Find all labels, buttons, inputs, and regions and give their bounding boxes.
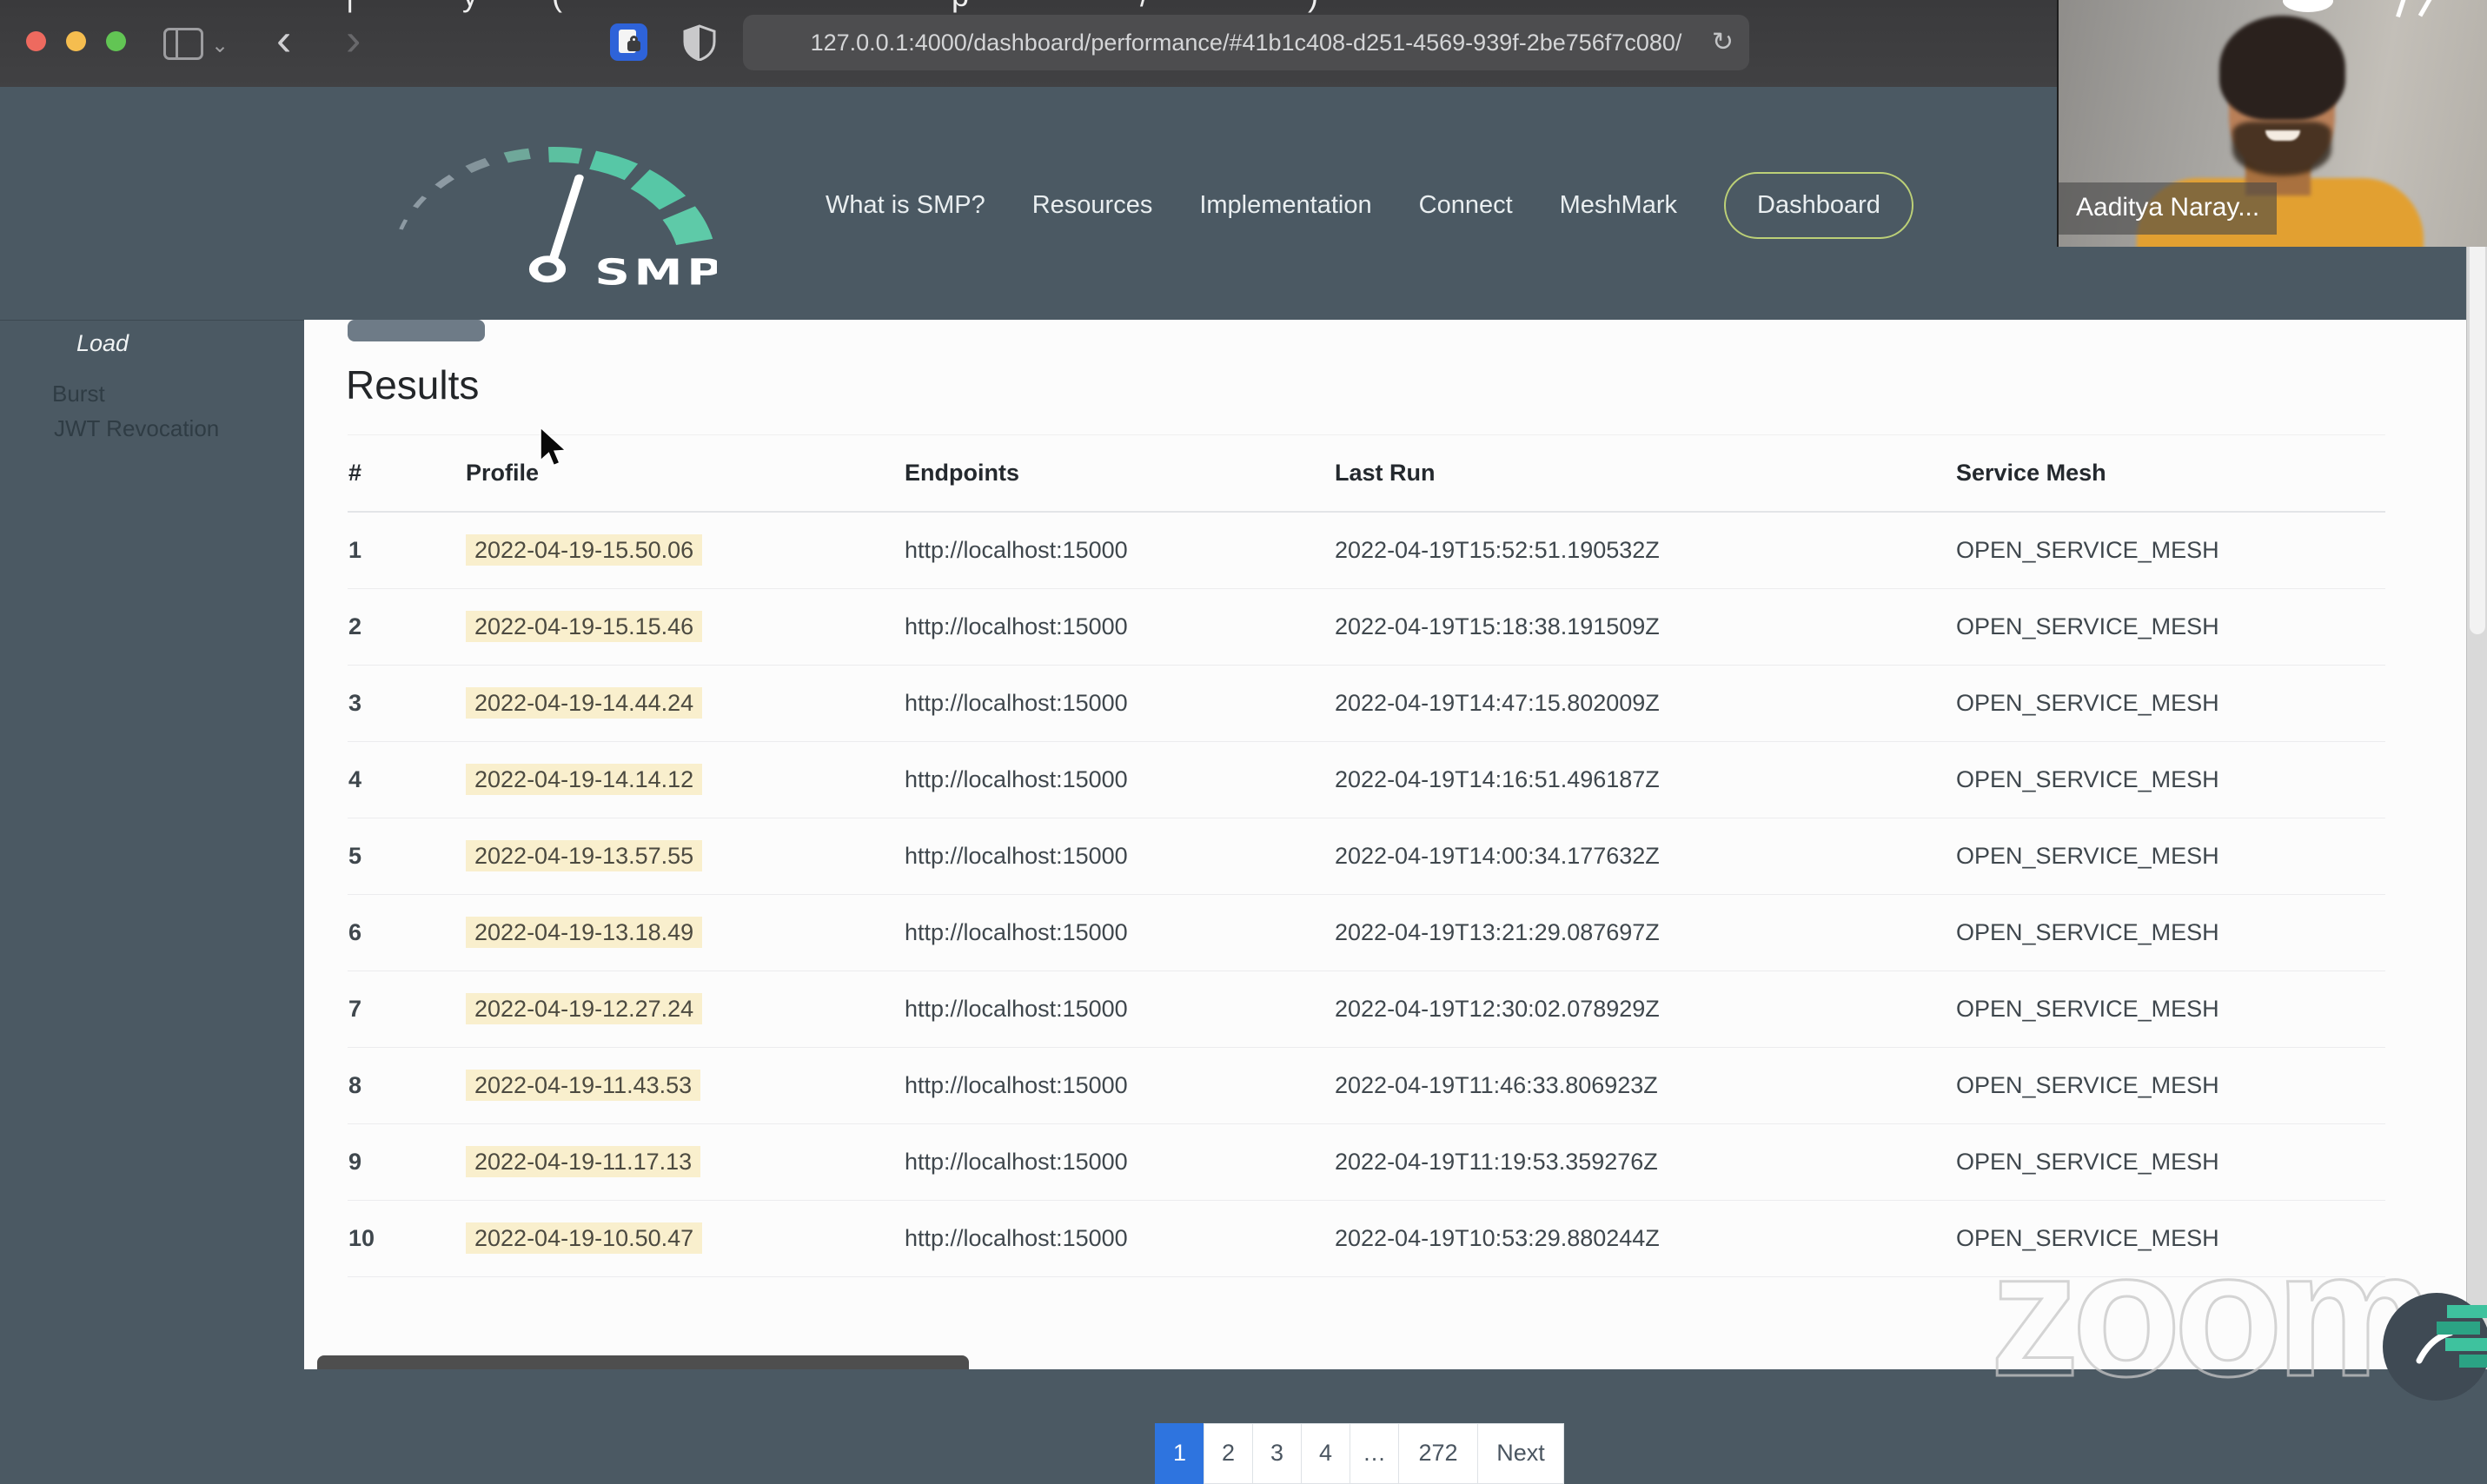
page-background: SMP What is SMP? Resources Implementatio… xyxy=(0,87,2487,1484)
col-profile: Profile xyxy=(465,434,904,513)
overlay-fragment xyxy=(2396,0,2407,18)
mouse-cursor xyxy=(540,427,567,467)
col-number: # xyxy=(348,434,465,513)
sidebar-item-burst[interactable]: Burst xyxy=(52,381,105,407)
traffic-light-fullscreen-button[interactable] xyxy=(106,31,126,51)
col-last-run: Last Run xyxy=(1334,434,1955,513)
url-text: 127.0.0.1:4000/dashboard/performance/#41… xyxy=(810,30,1682,56)
sidebar-toggle-icon[interactable] xyxy=(163,28,203,60)
profile-link[interactable]: 2022-04-19-11.43.53 xyxy=(466,1070,701,1101)
page-button-272[interactable]: 272 xyxy=(1398,1423,1478,1484)
profile-link[interactable]: 2022-04-19-14.14.12 xyxy=(466,764,703,795)
horizontal-scrollbar[interactable] xyxy=(317,1355,969,1369)
reload-icon[interactable]: ↻ xyxy=(1712,15,1734,70)
nav-implementation[interactable]: Implementation xyxy=(1199,191,1371,220)
main-nav: What is SMP? Resources Implementation Co… xyxy=(826,165,1913,245)
page-button-ellipsis[interactable]: … xyxy=(1350,1423,1399,1484)
profile-link[interactable]: 2022-04-19-10.50.47 xyxy=(466,1222,703,1254)
page-title: Results xyxy=(346,362,480,407)
participant-name-label: Aaditya Naray... xyxy=(2059,182,2278,235)
layered-s-icon xyxy=(2437,1305,2487,1368)
profile-link[interactable]: 2022-04-19-12.27.24 xyxy=(466,993,703,1024)
traffic-light-minimize-button[interactable] xyxy=(66,31,86,51)
extension-password-lock-icon[interactable] xyxy=(610,23,647,61)
table-row: 1 2022-04-19-15.50.06 http://localhost:1… xyxy=(348,512,2385,589)
results-table: # Profile Endpoints Last Run Service Mes… xyxy=(348,434,2385,1277)
webcam-video-tile: Aaditya Naray... xyxy=(2057,0,2487,247)
back-button[interactable]: ‹ xyxy=(276,17,291,63)
profile-link[interactable]: 2022-04-19-13.57.55 xyxy=(466,840,703,871)
address-bar[interactable]: 127.0.0.1:4000/dashboard/performance/#41… xyxy=(743,15,1749,70)
table-header-row: # Profile Endpoints Last Run Service Mes… xyxy=(348,434,2385,513)
col-endpoints: Endpoints xyxy=(904,434,1334,513)
table-row: 5 2022-04-19-13.57.55 http://localhost:1… xyxy=(348,818,2385,895)
table-row: 7 2022-04-19-12.27.24 http://localhost:1… xyxy=(348,971,2385,1048)
overlay-fragment xyxy=(2283,0,2333,12)
table-row: 4 2022-04-19-14.14.12 http://localhost:1… xyxy=(348,741,2385,818)
page-button-3[interactable]: 3 xyxy=(1252,1423,1302,1484)
zoom-meeting-logo xyxy=(2383,1293,2487,1401)
panel-tab[interactable] xyxy=(348,320,485,341)
pagination: 1 2 3 4 … 272 Next xyxy=(1155,1423,1564,1484)
table-row: 2 2022-04-19-15.15.46 http://localhost:1… xyxy=(348,588,2385,666)
page-button-next[interactable]: Next xyxy=(1477,1423,1564,1484)
smp-speedometer-logo[interactable]: SMP xyxy=(391,111,717,289)
chevron-down-icon[interactable]: ⌄ xyxy=(211,33,229,58)
page-button-2[interactable]: 2 xyxy=(1204,1423,1253,1484)
profile-link[interactable]: 2022-04-19-13.18.49 xyxy=(466,917,703,948)
participant-hair xyxy=(2219,16,2345,120)
nav-what-is-smp[interactable]: What is SMP? xyxy=(826,191,985,220)
profile-link[interactable]: 2022-04-19-15.50.06 xyxy=(466,534,703,566)
table-row: 6 2022-04-19-13.18.49 http://localhost:1… xyxy=(348,894,2385,971)
sidebar-item-load[interactable]: Load xyxy=(76,330,129,357)
shield-icon[interactable] xyxy=(683,24,716,61)
lock-icon xyxy=(627,36,640,51)
forward-button[interactable]: › xyxy=(346,17,361,63)
profile-link[interactable]: 2022-04-19-14.44.24 xyxy=(466,687,703,719)
page-button-1[interactable]: 1 xyxy=(1155,1423,1204,1484)
zoom-watermark: zoom xyxy=(1988,1214,2435,1415)
participant-smile xyxy=(2265,130,2300,141)
page-button-4[interactable]: 4 xyxy=(1301,1423,1350,1484)
col-service-mesh: Service Mesh xyxy=(1955,434,2385,513)
table-row: 9 2022-04-19-11.17.13 http://localhost:1… xyxy=(348,1123,2385,1201)
profile-link[interactable]: 2022-04-19-15.15.46 xyxy=(466,611,703,642)
traffic-light-close-button[interactable] xyxy=(26,31,46,51)
nav-connect[interactable]: Connect xyxy=(1419,191,1513,220)
overlay-fragment xyxy=(2417,0,2434,17)
vertical-scrollbar-track[interactable] xyxy=(2466,87,2487,1369)
sidebar-item-jwt-revocation[interactable]: JWT Revocation xyxy=(54,415,219,442)
nav-resources[interactable]: Resources xyxy=(1032,191,1153,220)
nav-dashboard-active[interactable]: Dashboard xyxy=(1724,171,1913,239)
table-row: 3 2022-04-19-14.44.24 http://localhost:1… xyxy=(348,665,2385,742)
nav-meshmark[interactable]: MeshMark xyxy=(1560,191,1677,220)
profile-link[interactable]: 2022-04-19-11.17.13 xyxy=(466,1146,701,1177)
brand-text: SMP xyxy=(594,251,717,289)
table-row: 8 2022-04-19-11.43.53 http://localhost:1… xyxy=(348,1047,2385,1124)
